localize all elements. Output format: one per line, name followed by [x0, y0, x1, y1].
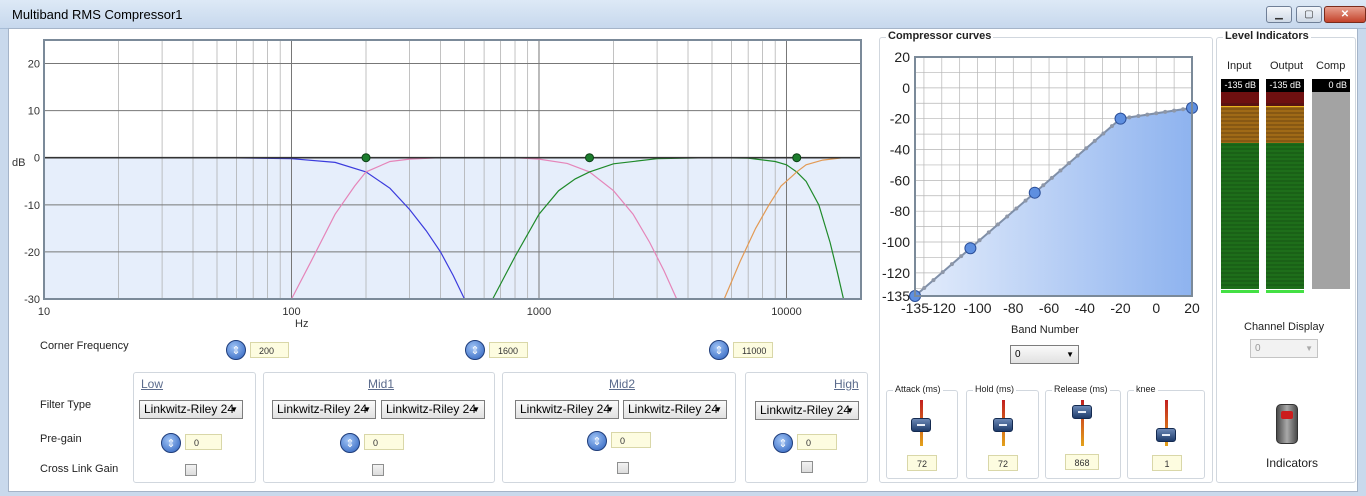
comp-ytick-label: -120 [882, 265, 910, 281]
band-number-select[interactable]: 0 ▼ [1010, 345, 1079, 364]
knee-slider-thumb[interactable] [1156, 427, 1176, 442]
comp-meter-label: Comp [1316, 60, 1346, 72]
comp-meter-value: 0 dB [1312, 79, 1350, 92]
chevron-down-icon: ▼ [1305, 344, 1313, 353]
comp-curve-dot [1172, 108, 1177, 113]
comp-level-meter: 0 dB [1312, 79, 1350, 289]
comp-curve-dot [1084, 146, 1089, 151]
toggle-led-icon [1281, 411, 1293, 419]
channel-display-select[interactable]: 0 ▼ [1250, 339, 1318, 358]
comp-xtick-label: -100 [964, 300, 992, 316]
comp-curve-dot [1067, 161, 1072, 166]
chevron-down-icon: ▼ [1066, 350, 1074, 359]
comp-curve-dot [1163, 109, 1168, 114]
comp-curve-dot [1127, 115, 1132, 120]
comp-xtick-label: -80 [1003, 300, 1023, 316]
hold-label: Hold (ms) [973, 384, 1017, 394]
comp-xtick-label: -20 [1110, 300, 1130, 316]
comp-curve-dot [1145, 112, 1150, 117]
meter-bar-stripes [1221, 108, 1304, 286]
comp-curve-dot [1101, 131, 1106, 136]
comp-xtick-label: -60 [1039, 300, 1059, 316]
comp-ytick-label: -40 [890, 142, 910, 158]
comp-curve-dot [1181, 107, 1186, 112]
comp-ytick-label: 0 [902, 80, 910, 96]
release-value[interactable]: 868 [1065, 454, 1099, 470]
comp-curve-dot [922, 286, 927, 291]
comp-handle-2 [1028, 186, 1041, 199]
comp-curve-dot [977, 238, 982, 243]
attack-slider-thumb[interactable] [911, 418, 931, 433]
attack-label: Attack (ms) [893, 384, 943, 394]
indicators-label: Indicators [1266, 456, 1319, 470]
comp-curve-dot [1092, 138, 1097, 143]
attack-value[interactable]: 72 [907, 455, 937, 471]
comp-curve-dot [959, 254, 964, 259]
knee-value[interactable]: 1 [1152, 455, 1182, 471]
comp-handle-3 [1114, 112, 1127, 125]
comp-ytick-label: -100 [882, 234, 910, 250]
indicators-toggle-switch[interactable] [1276, 404, 1298, 444]
knee-label: knee [1134, 384, 1158, 394]
comp-xtick-label: -135 [901, 300, 929, 316]
hold-value[interactable]: 72 [988, 455, 1018, 471]
input-meter-label: Input [1227, 60, 1252, 72]
comp-xtick-label: -40 [1075, 300, 1095, 316]
comp-ytick-label: -80 [890, 203, 910, 219]
comp-curve-dot [1075, 153, 1080, 158]
comp-curve-dot [1014, 206, 1019, 211]
comp-xtick-label: 0 [1152, 300, 1160, 316]
band-number-label: Band Number [1011, 324, 1079, 336]
comp-curve-dot [995, 222, 1000, 227]
band-number-value: 0 [1015, 349, 1021, 360]
comp-curve-dot [1041, 183, 1046, 188]
release-label: Release (ms) [1052, 384, 1110, 394]
comp-curve-dot [986, 230, 991, 235]
comp-ytick-label: 20 [894, 49, 910, 65]
comp-curve-dot [1005, 214, 1010, 219]
comp-curve-dot [1109, 124, 1114, 129]
comp-curve-dot [1058, 168, 1063, 173]
level-indicators-title: Level Indicators [1223, 30, 1311, 42]
release-slider-thumb[interactable] [1072, 404, 1092, 419]
channel-display-label: Channel Display [1244, 321, 1325, 333]
comp-curve-dot [1049, 175, 1054, 180]
channel-display-value: 0 [1255, 343, 1261, 354]
comp-xtick-label: 20 [1184, 300, 1200, 316]
comp-curve-dot [931, 278, 936, 283]
comp-curve-dot [949, 262, 954, 267]
input-meter-floor [1221, 290, 1259, 293]
output-meter-floor [1266, 290, 1304, 293]
comp-ytick-label: -20 [890, 111, 910, 127]
comp-curve-dot [940, 270, 945, 275]
output-meter-label: Output [1270, 60, 1304, 72]
hold-slider-thumb[interactable] [993, 418, 1013, 433]
comp-curve-dot [1136, 113, 1141, 118]
comp-handle-1 [964, 242, 977, 255]
comp-curve-dot [1023, 198, 1028, 203]
comp-curve-dot [1154, 111, 1159, 116]
comp-ytick-label: -60 [890, 172, 910, 188]
comp-xtick-label: -120 [928, 300, 956, 316]
